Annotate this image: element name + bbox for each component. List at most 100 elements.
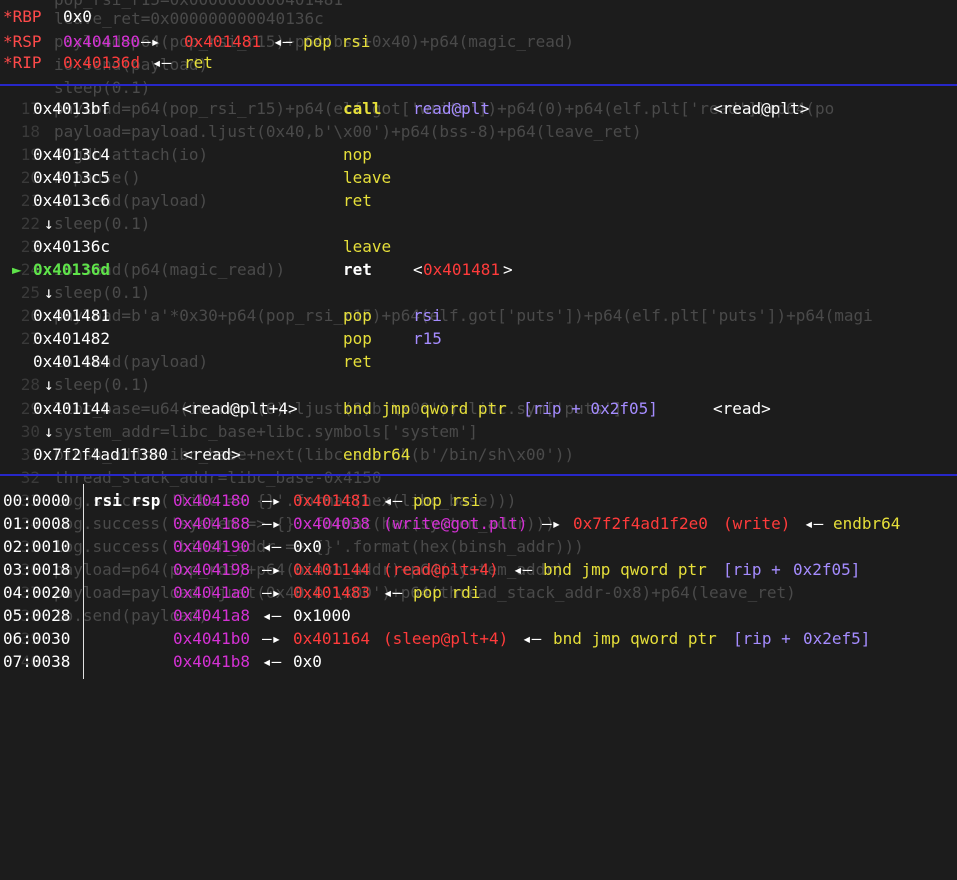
- pointer-arrow: —▸: [262, 560, 282, 579]
- pointer-arrow: —▸: [262, 583, 282, 602]
- stack-row: 06:0030 0x4041b0 —▸ 0x401164 (sleep@plt+…: [0, 627, 870, 650]
- stack-row: 03:0018 0x404198 —▸ 0x401144 (read@plt+4…: [0, 558, 860, 581]
- disasm-mnemonic: ret: [343, 191, 372, 210]
- stack-index: 04:0020: [3, 583, 71, 602]
- disasm-line: 0x401144 <read@plt+4> bnd jmp qword ptr …: [0, 397, 771, 420]
- disasm-address: 0x401144: [33, 399, 111, 418]
- disasm-line: 0x4013c6 ret: [0, 189, 372, 212]
- deref-arrow: ◂—: [262, 652, 282, 671]
- instruction-operand: 0x2ef5]: [803, 629, 871, 648]
- instruction-text: ret: [184, 53, 213, 72]
- stack-address: 0x404180: [173, 491, 251, 510]
- pointer-arrow: —▸: [262, 629, 282, 648]
- pointer-arrow: —▸: [262, 514, 282, 533]
- disasm-operand: read@plt: [413, 99, 491, 118]
- stack-value: 0x0: [293, 537, 322, 556]
- register-value: 0x404180: [63, 32, 141, 51]
- stack-value: 0x1000: [293, 606, 351, 625]
- flow-arrow-row: ↓: [0, 212, 54, 235]
- stack-row: 04:0020 0x4041a0 —▸ 0x401483 ◂— pop rdi: [0, 581, 480, 604]
- current-instruction-marker-icon: ►: [12, 260, 22, 279]
- disasm-address: 0x4013bf: [33, 99, 111, 118]
- disasm-line: 0x401484 ret: [0, 350, 372, 373]
- disasm-line: 0x4013c4 nop: [0, 143, 372, 166]
- deref-arrow: ◂—: [383, 491, 403, 510]
- stack-row: 07:0038 0x4041b8 ◂— 0x0: [0, 650, 322, 673]
- pointer-symbol: (write@got.plt): [383, 514, 528, 533]
- register-name: *RIP: [3, 53, 42, 72]
- pointer-target: 0x404038: [293, 514, 371, 533]
- stack-index: 03:0018: [3, 560, 71, 579]
- disasm-mnemonic: call: [343, 99, 382, 118]
- disasm-mnemonic: leave: [343, 237, 392, 256]
- disasm-operand: rsi: [413, 306, 442, 325]
- stack-index: 00:0000: [3, 491, 71, 510]
- flow-arrow-row: ↓: [0, 281, 54, 304]
- disasm-mnemonic: pop: [343, 306, 372, 325]
- down-arrow-icon: ↓: [44, 214, 54, 233]
- deref-arrow: ◂—: [262, 606, 282, 625]
- stack-register-labels: rsi rsp: [93, 491, 161, 510]
- instruction-text: bnd jmp qword ptr: [543, 560, 707, 579]
- disasm-line-current: ► 0x40136d ret < 0x401481 >: [0, 258, 513, 281]
- instruction-operand: [rip +: [723, 560, 781, 579]
- disasm-mnemonic: endbr64: [343, 445, 411, 464]
- pointer-symbol: (write): [723, 514, 791, 533]
- stack-row: 05:0028 0x4041a8 ◂— 0x1000: [0, 604, 351, 627]
- deref-arrow: ◂—: [513, 560, 533, 579]
- disasm-address: 0x40136c: [33, 237, 111, 256]
- pointer-symbol: (read@plt+4): [383, 560, 499, 579]
- flow-arrow-row: ↓: [0, 373, 54, 396]
- deref-arrow: ◂—: [804, 514, 824, 533]
- stack-address: 0x404188: [173, 514, 251, 533]
- instruction-operand: [rip +: [733, 629, 791, 648]
- disasm-address: 0x4013c5: [33, 168, 111, 187]
- disasm-address: 0x40136d: [33, 260, 111, 279]
- disasm-operand: r15: [413, 329, 442, 348]
- disasm-address: 0x4013c4: [33, 145, 111, 164]
- stack-index-divider: [83, 484, 84, 679]
- stack-row: 00:0000 rsi rsp 0x404180 —▸ 0x401481 ◂— …: [0, 489, 480, 512]
- instruction-operand: 0x2f05]: [793, 560, 861, 579]
- stack-address: 0x4041a8: [173, 606, 251, 625]
- stack-row: 02:0010 0x404190 ◂— 0x0: [0, 535, 322, 558]
- disasm-target: 0x401481: [423, 260, 501, 279]
- disasm-mnemonic: ret: [343, 352, 372, 371]
- disasm-target-close: >: [503, 260, 513, 279]
- register-name: *RBP: [3, 7, 42, 26]
- disasm-mnemonic: ret: [343, 260, 372, 279]
- disasm-line: 0x401481 pop rsi: [0, 304, 442, 327]
- instruction-text: bnd jmp qword ptr: [553, 629, 717, 648]
- register-name: *RSP: [3, 32, 42, 51]
- disasm-line: 0x401482 pop r15: [0, 327, 442, 350]
- stack-address: 0x4041a0: [173, 583, 251, 602]
- section-separator: [0, 84, 957, 86]
- stack-index: 01:0008: [3, 514, 71, 533]
- gdb-context-overlay: *RBP 0x0 *RSP 0x404180 —▸ 0x401481 ◂— po…: [0, 0, 957, 679]
- disasm-address: 0x401482: [33, 329, 111, 348]
- section-separator: [0, 474, 957, 476]
- register-row: *RBP 0x0: [0, 5, 92, 28]
- disasm-address: 0x7f2f4ad1f380: [33, 445, 168, 464]
- instruction-text: pop rsi: [303, 32, 371, 51]
- stack-address: 0x4041b0: [173, 629, 251, 648]
- disasm-target-open: <: [413, 260, 423, 279]
- stack-index: 05:0028: [3, 606, 71, 625]
- stack-address: 0x4041b8: [173, 652, 251, 671]
- stack-index: 02:0010: [3, 537, 71, 556]
- disasm-line: 0x40136c leave: [0, 235, 391, 258]
- pointer-target: 0x401144: [293, 560, 371, 579]
- pointer-arrow: —▸: [262, 491, 282, 510]
- pointer-target: 0x401481: [184, 32, 262, 51]
- disasm-line: 0x4013bf call read@plt <read@plt>: [0, 97, 809, 120]
- stack-index: 07:0038: [3, 652, 71, 671]
- disasm-target: <read@plt>: [713, 99, 810, 118]
- down-arrow-icon: ↓: [44, 422, 54, 441]
- instruction-text: endbr64: [833, 514, 901, 533]
- disasm-address: 0x401481: [33, 306, 111, 325]
- disasm-mnemonic: pop: [343, 329, 372, 348]
- stack-address: 0x404190: [173, 537, 251, 556]
- pointer-arrow: —▸: [542, 514, 562, 533]
- deref-arrow: ◂—: [152, 53, 172, 72]
- pointer-target: 0x401483: [293, 583, 371, 602]
